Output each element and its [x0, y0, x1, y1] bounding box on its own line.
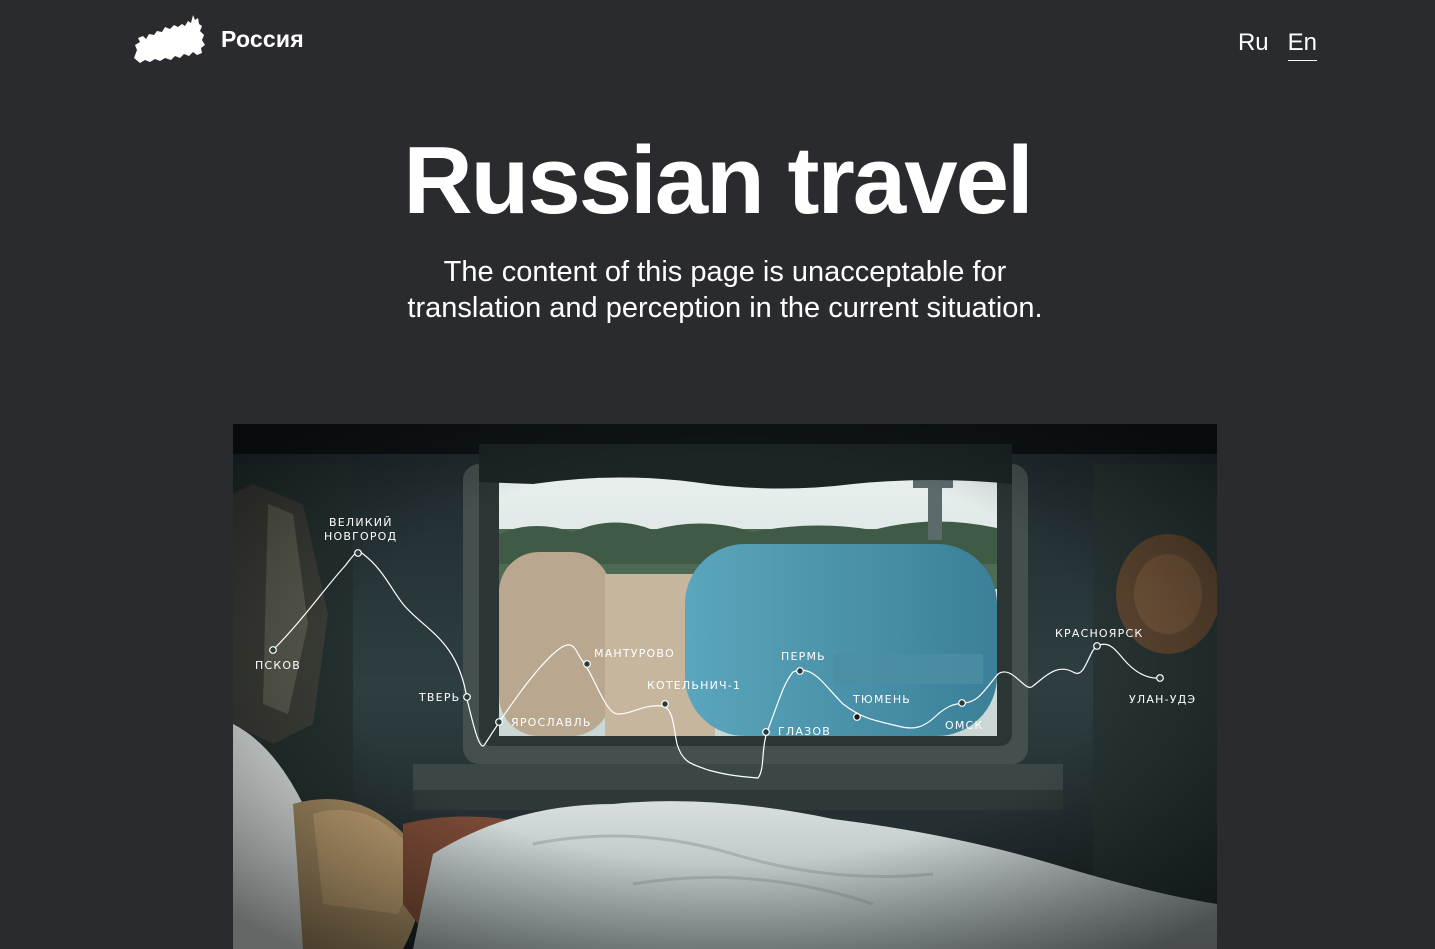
page-subtitle: The content of this page is unacceptable… [407, 256, 1043, 324]
site-header: Россия Ru En [0, 0, 1435, 90]
label-tver: ТВЕРЬ [418, 691, 460, 704]
label-omsk: ОМСК [945, 719, 983, 732]
label-krasnoyarsk: КРАСНОЯРСК [1055, 627, 1143, 640]
label-kotelnich: КОТЕЛЬНИЧ-1 [647, 679, 741, 692]
brand-link[interactable]: Россия [132, 12, 304, 66]
label-perm: ПЕРМЬ [781, 650, 826, 663]
route-stop-tyumen [853, 713, 861, 721]
label-pskov: ПСКОВ [255, 659, 301, 672]
label-ulan-ude: УЛАН-УДЭ [1129, 693, 1196, 706]
language-switcher: Ru En [1238, 28, 1317, 61]
route-stop-novgorod [354, 549, 362, 557]
label-novgorod-1: ВЕЛИКИЙ [329, 516, 393, 529]
label-novgorod-2: НОВГОРОД [324, 530, 397, 543]
route-stop-perm [796, 667, 804, 675]
route-stop-tver [463, 693, 471, 701]
label-glazov: ГЛАЗОВ [778, 725, 831, 738]
page-title: Russian travel [403, 127, 1033, 234]
route-stop-manturovo [583, 660, 591, 668]
lang-en-link[interactable]: En [1287, 28, 1317, 61]
route-stop-glazov [762, 728, 770, 736]
route-stop-omsk [958, 699, 966, 707]
label-tyumen: ТЮМЕНЬ [852, 693, 911, 706]
label-manturovo: МАНТУРОВО [594, 647, 675, 660]
route-stop-pskov [269, 646, 277, 654]
route-stop-krasnoyarsk [1093, 642, 1101, 650]
label-yaroslavl: ЯРОСЛАВЛЬ [511, 716, 592, 729]
route-stop-ulan-ude [1156, 674, 1164, 682]
hero-photo: ПСКОВ ВЕЛИКИЙ НОВГОРОД ТВЕРЬ ЯРОСЛАВЛЬ М… [233, 424, 1217, 949]
brand-name: Россия [221, 25, 304, 52]
russia-map-icon [132, 12, 207, 66]
route-stop-yaroslavl [495, 718, 503, 726]
lang-ru-link[interactable]: Ru [1238, 28, 1269, 61]
route-stop-kotelnich [661, 700, 669, 708]
